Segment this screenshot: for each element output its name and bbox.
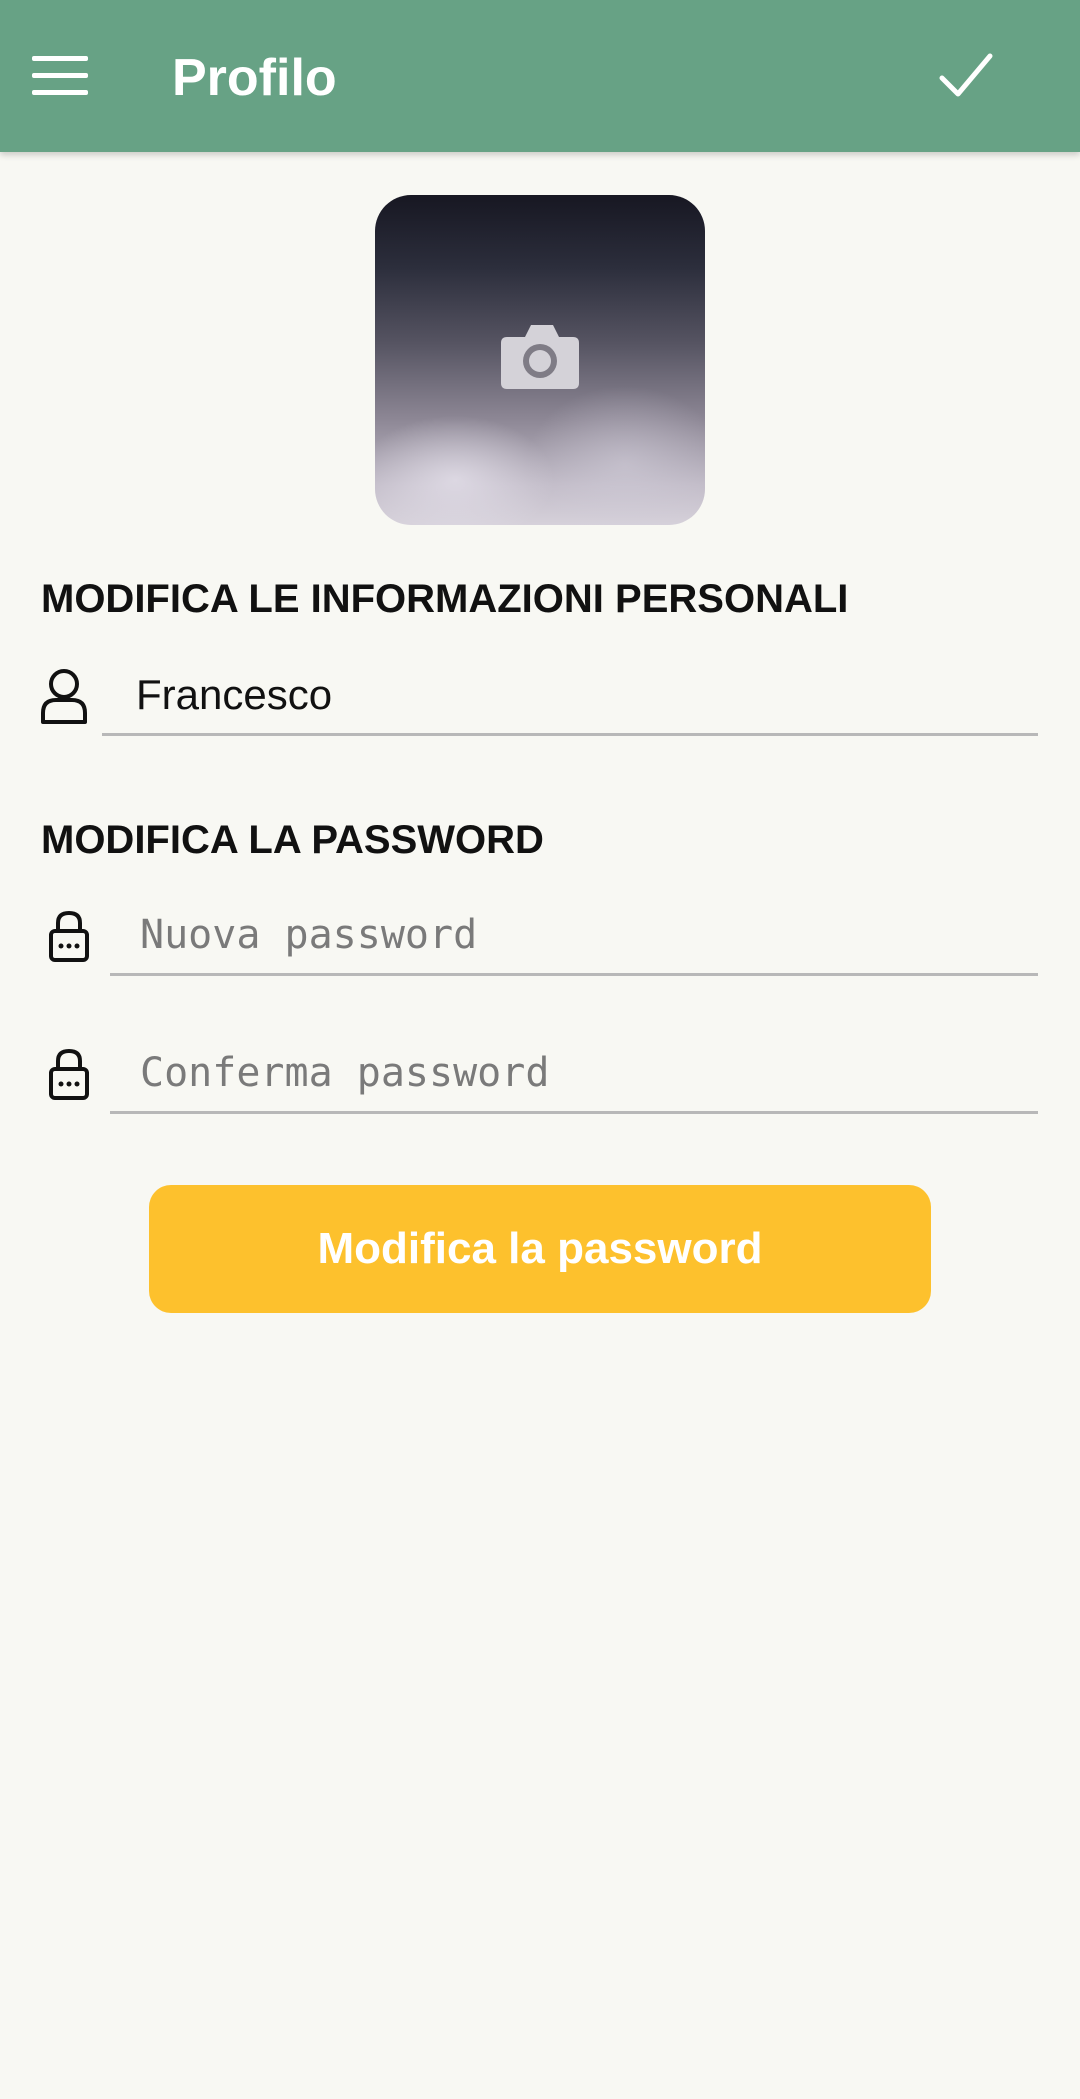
name-value[interactable]: Francesco	[136, 663, 332, 727]
camera-icon	[501, 325, 579, 389]
page-title: Profilo	[172, 49, 337, 107]
personal-info-heading: MODIFICA LE INFORMAZIONI PERSONALI	[41, 577, 849, 621]
avatar-image-detail	[525, 385, 705, 525]
checkmark-icon	[939, 53, 993, 97]
confirm-button[interactable]	[930, 46, 1002, 110]
user-icon	[41, 669, 87, 724]
password-heading: MODIFICA LA PASSWORD	[41, 818, 544, 862]
lock-icon	[49, 910, 89, 962]
new-password-field[interactable]	[110, 903, 1038, 976]
lock-icon	[49, 1048, 89, 1100]
app-bar: Profilo	[0, 0, 1080, 152]
change-password-button[interactable]: Modifica la password	[149, 1185, 931, 1313]
confirm-password-field[interactable]	[110, 1041, 1038, 1114]
confirm-password-input[interactable]	[140, 1041, 1020, 1105]
menu-button[interactable]	[28, 52, 92, 100]
name-field[interactable]: Francesco	[102, 663, 1038, 736]
new-password-input[interactable]	[140, 903, 1020, 967]
profile-picture[interactable]	[375, 195, 705, 525]
